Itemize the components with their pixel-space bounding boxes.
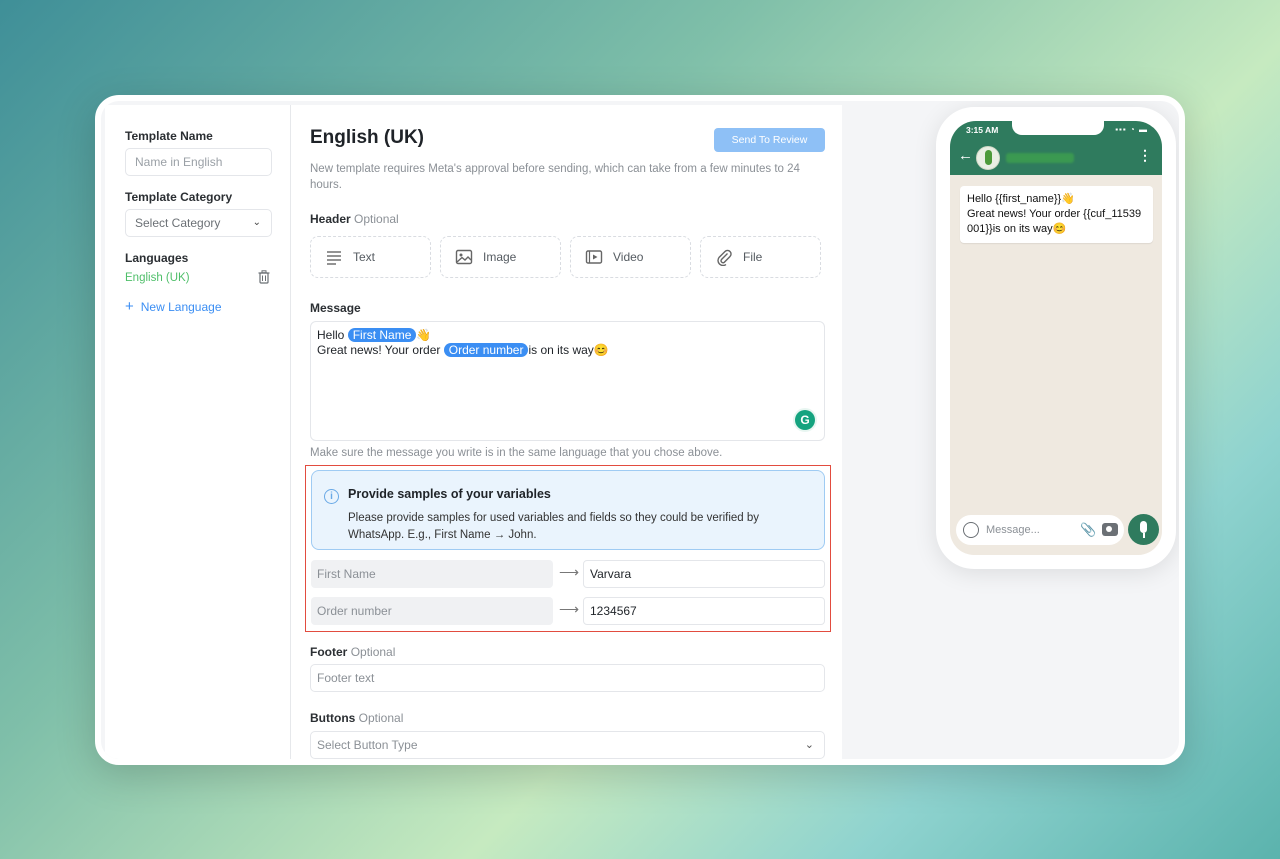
emoji-icon[interactable] xyxy=(963,522,979,538)
message-text: is on its way😊 xyxy=(528,343,609,357)
page-title: English (UK) xyxy=(310,127,424,148)
template-name-label: Template Name xyxy=(125,129,213,143)
paperclip-icon xyxy=(717,249,732,266)
button-type-select[interactable]: Select Button Type ⌄ xyxy=(310,731,825,759)
more-options-icon[interactable]: ⋮ xyxy=(1138,147,1152,164)
header-image-label: Image xyxy=(483,250,517,264)
variable-sample-input-first-name[interactable]: Varvara xyxy=(583,560,825,588)
language-hint: Make sure the message you write is in th… xyxy=(310,447,723,459)
header-text-label: Text xyxy=(353,250,376,264)
samples-info-box: i Provide samples of your variables Plea… xyxy=(311,470,825,550)
message-line-1: Hello First Name 👋 xyxy=(317,328,818,343)
video-icon xyxy=(585,250,603,264)
variable-chip-first-name[interactable]: First Name xyxy=(347,328,417,342)
template-editor: English (UK) Send To Review New template… xyxy=(291,105,842,759)
header-optional: Optional xyxy=(354,212,399,226)
sidebar: Template Name Name in English Template C… xyxy=(105,105,291,759)
info-icon: i xyxy=(324,489,339,504)
template-category-label: Template Category xyxy=(125,190,233,204)
avatar xyxy=(976,146,1000,170)
image-icon xyxy=(455,249,473,265)
approval-note: New template requires Meta's approval be… xyxy=(310,163,800,191)
samples-description: Please provide samples for used variable… xyxy=(348,512,760,541)
trash-icon[interactable] xyxy=(258,270,270,289)
message-text: Hello xyxy=(317,328,345,342)
phone-notch xyxy=(1012,121,1104,135)
languages-label: Languages xyxy=(125,251,189,265)
template-category-value: Select Category xyxy=(135,216,221,230)
header-label-text: Header xyxy=(310,212,351,226)
contact-name-blurred xyxy=(1006,153,1074,163)
chevron-down-icon: ⌄ xyxy=(252,217,261,228)
chevron-down-icon: ⌄ xyxy=(804,739,814,751)
composer-placeholder: Message... xyxy=(986,524,1040,536)
variable-samples-section: i Provide samples of your variables Plea… xyxy=(305,465,831,632)
buttons-label: Buttons Optional xyxy=(310,711,403,725)
footer-label-text: Footer xyxy=(310,645,348,659)
signal-wifi-battery-icon: ▪▪▪ ◔ ▬ xyxy=(1115,125,1148,134)
whatsapp-screen: 3:15 AM ▪▪▪ ◔ ▬ ← ⋮ Hello {{first_name}}… xyxy=(950,121,1162,555)
grammarly-icon[interactable]: G xyxy=(795,410,815,430)
header-video-label: Video xyxy=(613,250,644,264)
arrow-right-icon: ⟶ xyxy=(559,564,580,580)
microphone-icon xyxy=(1140,521,1147,533)
send-to-review-button[interactable]: Send To Review xyxy=(714,128,825,152)
button-type-value: Select Button Type xyxy=(317,738,418,752)
buttons-label-text: Buttons xyxy=(310,711,356,725)
samples-title: Provide samples of your variables xyxy=(348,487,551,501)
variable-sample-input-order-number[interactable]: 1234567 xyxy=(583,597,825,625)
text-lines-icon xyxy=(327,251,341,265)
new-language-button[interactable]: + New Language xyxy=(125,298,222,315)
bubble-line-1: Hello {{first_name}}👋 xyxy=(967,193,1075,205)
variable-key-order-number: Order number xyxy=(311,597,553,625)
header-file-button[interactable]: File xyxy=(700,236,821,278)
template-name-input[interactable]: Name in English xyxy=(125,148,272,176)
camera-icon[interactable] xyxy=(1102,523,1118,536)
header-file-label: File xyxy=(743,250,763,264)
wave-emoji: 👋 xyxy=(416,328,432,342)
message-textarea[interactable]: Hello First Name 👋 Great news! Your order… xyxy=(310,321,825,441)
microphone-button[interactable] xyxy=(1128,514,1159,545)
buttons-optional: Optional xyxy=(358,711,404,725)
template-category-select[interactable]: Select Category ⌄ xyxy=(125,209,272,237)
attach-icon[interactable]: 📎 xyxy=(1080,515,1096,545)
language-item-english-uk[interactable]: English (UK) xyxy=(125,272,190,284)
message-line-2: Great news! Your order Order number is on… xyxy=(317,343,818,358)
plus-icon: + xyxy=(125,298,134,315)
bubble-line-2: Great news! Your order {{cuf_11539001}}i… xyxy=(967,208,1142,235)
message-composer[interactable]: Message... 📎 xyxy=(956,515,1124,545)
arrow-right-icon: ⟶ xyxy=(559,601,580,617)
message-text: Great news! Your order xyxy=(317,343,441,357)
header-video-button[interactable]: Video xyxy=(570,236,691,278)
variable-chip-order-number[interactable]: Order number xyxy=(443,343,529,357)
app-window: Template Name Name in English Template C… xyxy=(95,95,1185,765)
phone-preview: 3:15 AM ▪▪▪ ◔ ▬ ← ⋮ Hello {{first_name}}… xyxy=(936,107,1176,569)
message-label: Message xyxy=(310,301,361,315)
header-image-button[interactable]: Image xyxy=(440,236,561,278)
header-text-button[interactable]: Text xyxy=(310,236,431,278)
whatsapp-header: 3:15 AM ▪▪▪ ◔ ▬ ← ⋮ xyxy=(950,121,1162,175)
new-language-label: New Language xyxy=(140,300,222,314)
footer-text-input[interactable]: Footer text xyxy=(310,664,825,692)
footer-optional: Optional xyxy=(350,645,396,659)
variable-key-first-name: First Name xyxy=(311,560,553,588)
back-arrow-icon[interactable]: ← xyxy=(958,147,973,164)
footer-label: Footer Optional xyxy=(310,645,395,659)
status-time: 3:15 AM xyxy=(966,125,999,135)
message-bubble: Hello {{first_name}}👋 Great news! Your o… xyxy=(960,186,1153,243)
header-label: Header Optional xyxy=(310,212,399,226)
